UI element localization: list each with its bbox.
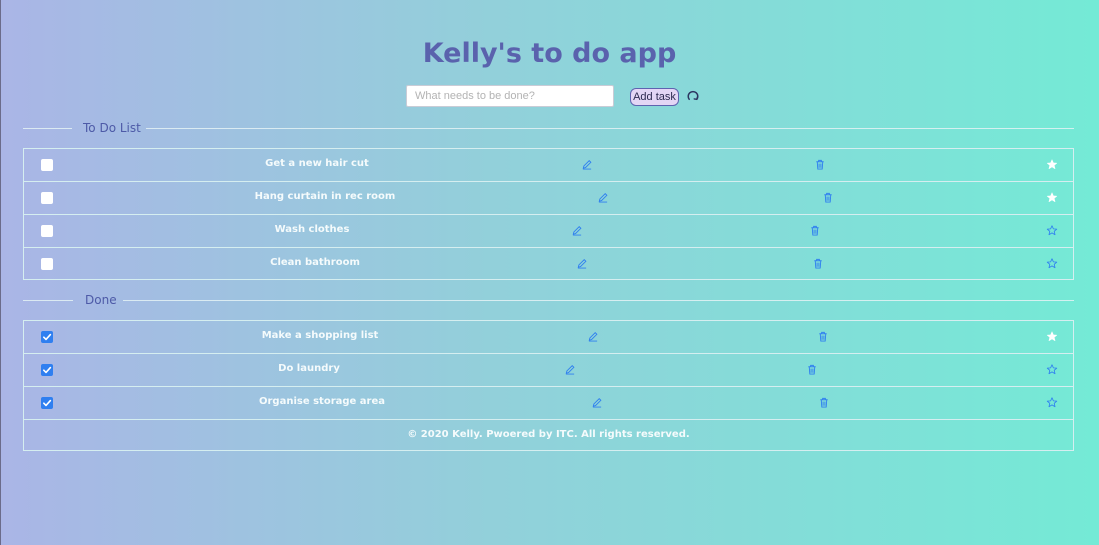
task-text: Make a shopping list (261, 330, 379, 341)
star-icon[interactable] (1046, 225, 1058, 236)
star-icon[interactable] (1046, 331, 1058, 342)
trash-icon[interactable] (815, 159, 826, 170)
trash-icon[interactable] (818, 331, 829, 342)
star-icon[interactable] (1046, 397, 1058, 408)
trash-icon[interactable] (810, 225, 821, 236)
task-text: Wash clothes (274, 224, 350, 235)
todo-item: Get a new hair cut (24, 149, 1073, 182)
pencil-icon[interactable] (592, 397, 603, 408)
done-item: Make a shopping list (24, 321, 1073, 354)
section-divider (23, 300, 73, 301)
task-text: Organise storage area (258, 396, 386, 407)
trash-icon[interactable] (823, 192, 834, 203)
task-text: Clean bathroom (270, 257, 360, 268)
pencil-icon[interactable] (572, 225, 583, 236)
trash-icon[interactable] (819, 397, 830, 408)
task-text: Hang curtain in rec room (254, 191, 396, 202)
done-list: Make a shopping list Do laundry Organise… (23, 320, 1074, 451)
refresh-icon[interactable] (686, 89, 700, 103)
task-checkbox[interactable] (41, 258, 53, 270)
add-task-button[interactable]: Add task (630, 88, 679, 106)
window-edge (0, 0, 1, 545)
task-text: Get a new hair cut (265, 158, 369, 169)
new-task-input[interactable] (406, 85, 614, 107)
star-icon[interactable] (1046, 192, 1058, 203)
checkmark-icon (43, 366, 52, 374)
todo-item: Clean bathroom (24, 248, 1073, 280)
task-checkbox[interactable] (41, 225, 53, 237)
todo-list: Get a new hair cut Hang curtain in rec r… (23, 148, 1074, 280)
todo-item: Hang curtain in rec room (24, 182, 1073, 215)
task-text: Do laundry (278, 363, 340, 374)
section-divider (23, 128, 72, 129)
page-title: Kelly's to do app (422, 38, 677, 69)
task-checkbox-checked[interactable] (41, 364, 53, 376)
pencil-icon[interactable] (582, 159, 593, 170)
done-heading: Done (85, 293, 117, 307)
section-divider (146, 128, 1074, 129)
section-divider (123, 300, 1074, 301)
todo-item: Wash clothes (24, 215, 1073, 248)
checkmark-icon (43, 399, 52, 407)
star-icon[interactable] (1046, 258, 1058, 269)
task-checkbox[interactable] (41, 159, 53, 171)
trash-icon[interactable] (807, 364, 818, 375)
pencil-icon[interactable] (598, 192, 609, 203)
task-checkbox-checked[interactable] (41, 397, 53, 409)
pencil-icon[interactable] (565, 364, 576, 375)
task-checkbox[interactable] (41, 192, 53, 204)
done-item: Organise storage area (24, 387, 1073, 420)
star-icon[interactable] (1046, 364, 1058, 375)
task-checkbox-checked[interactable] (41, 331, 53, 343)
todo-heading: To Do List (83, 121, 141, 135)
trash-icon[interactable] (813, 258, 824, 269)
footer-copyright: © 2020 Kelly. Pwoered by ITC. All rights… (407, 429, 690, 440)
pencil-icon[interactable] (577, 258, 588, 269)
done-item: Do laundry (24, 354, 1073, 387)
checkmark-icon (43, 333, 52, 341)
pencil-icon[interactable] (588, 331, 599, 342)
star-icon[interactable] (1046, 159, 1058, 170)
